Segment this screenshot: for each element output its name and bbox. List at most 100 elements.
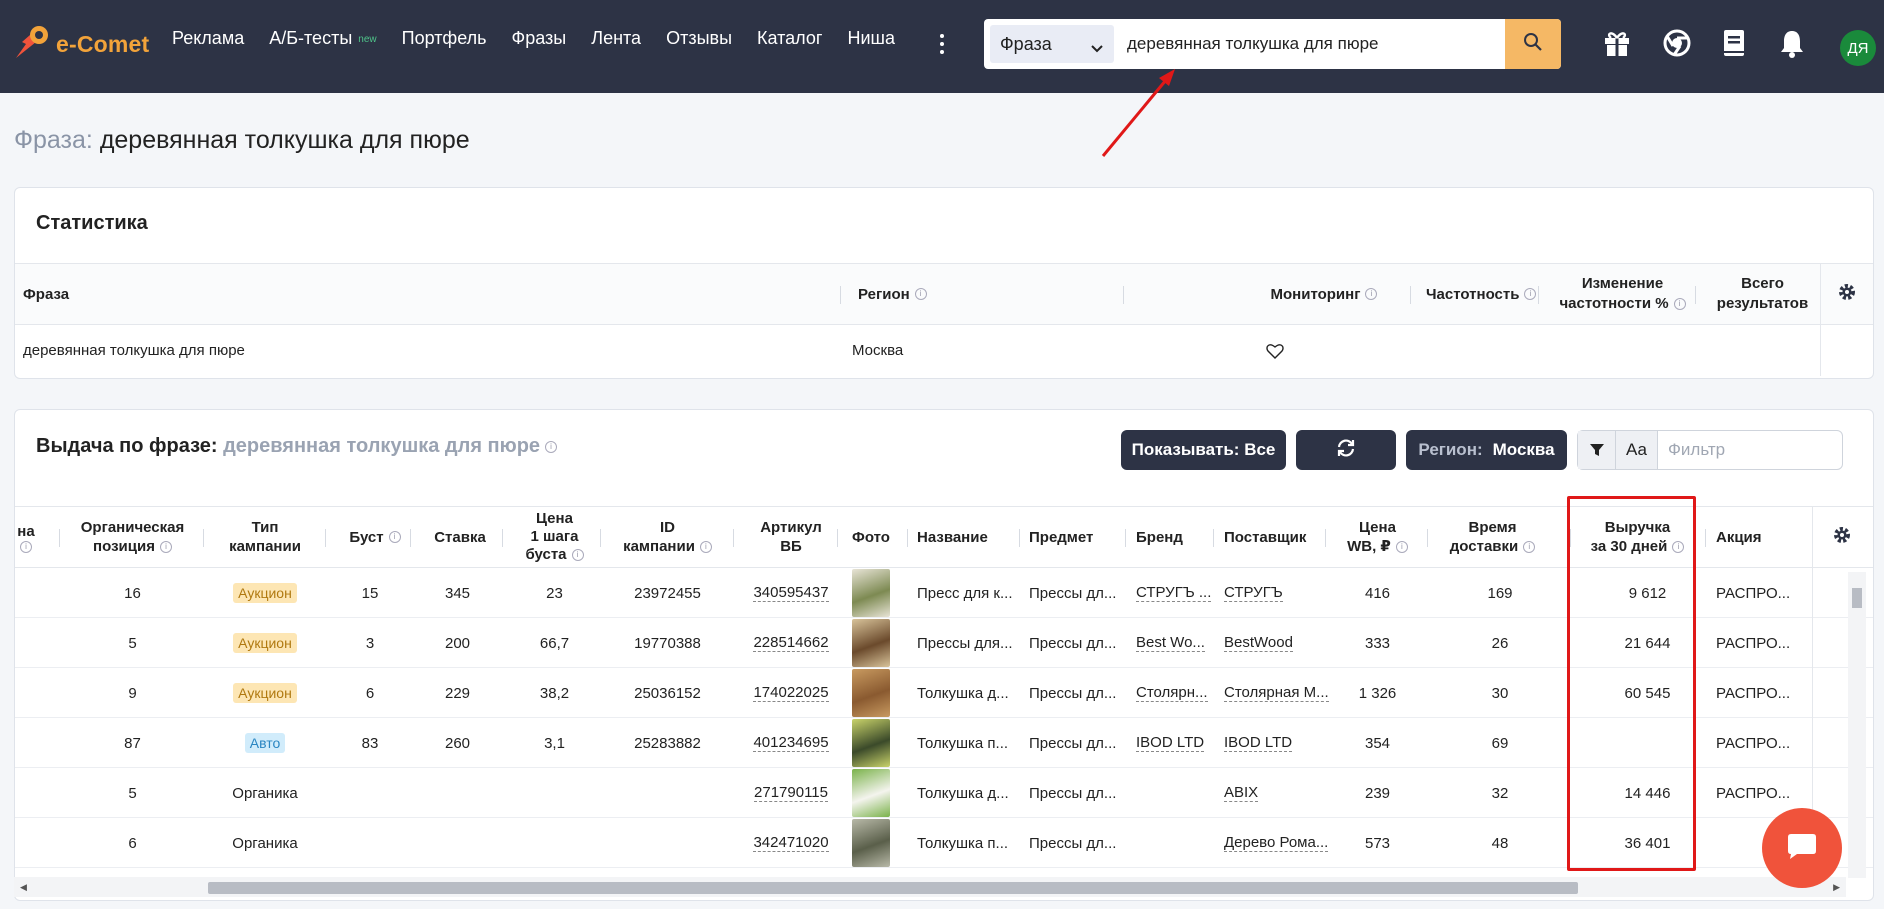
col-monitoring[interactable]: Мониторинг i — [1210, 264, 1430, 324]
col-subject[interactable]: Предмет — [1029, 507, 1124, 567]
product-photo[interactable] — [845, 618, 897, 668]
product-photo[interactable] — [845, 718, 897, 768]
nav-item-catalog[interactable]: Каталог — [757, 28, 822, 49]
wb-article-link[interactable]: 342471020 — [753, 834, 829, 852]
info-icon[interactable]: i — [1365, 288, 1378, 300]
supplier-link[interactable]: ABIX — [1224, 784, 1259, 802]
supplier-link[interactable]: Дерево Рома... — [1224, 834, 1329, 852]
book-icon[interactable] — [1717, 26, 1751, 60]
col-promo[interactable]: Акция — [1716, 507, 1796, 567]
scroll-left-icon[interactable]: ◀ — [20, 882, 27, 893]
col-boost-step-price[interactable]: Цена 1 шага буста i — [507, 507, 602, 567]
nav-item-ab-tests[interactable]: А/Б-тесты new — [269, 28, 376, 49]
region-button[interactable]: Регион: Москва — [1406, 430, 1567, 470]
col-region[interactable]: Регион i — [850, 264, 1130, 324]
wb-article-link[interactable]: 228514662 — [753, 634, 829, 652]
info-icon[interactable]: i — [699, 541, 712, 554]
supplier-cell[interactable]: ABIX — [1224, 768, 1329, 818]
brand-link[interactable]: Столярн... — [1136, 684, 1208, 702]
brand-link[interactable]: СТРУГЪ ... — [1136, 584, 1212, 602]
brand-cell[interactable]: Столярн... — [1136, 668, 1216, 718]
case-toggle-button[interactable]: Аа — [1616, 431, 1658, 469]
chat-button[interactable] — [1762, 808, 1842, 888]
show-all-button[interactable]: Показывать: Все — [1121, 430, 1286, 470]
nav-item-portfolio[interactable]: Портфель — [402, 28, 487, 49]
product-photo[interactable] — [845, 768, 897, 818]
search-input[interactable] — [1127, 25, 1567, 63]
col-wb-price[interactable]: Цена WB, ₽ i — [1330, 507, 1425, 567]
search-type-select[interactable]: Фраза — [990, 25, 1114, 63]
col-delivery-time[interactable]: Время доставки i — [1430, 507, 1555, 567]
info-icon[interactable]: i — [1523, 541, 1536, 554]
supplier-cell[interactable]: Столярная М... — [1224, 668, 1329, 718]
info-icon[interactable]: i — [571, 549, 584, 562]
horizontal-scrollbar[interactable]: ◀ ▶ — [14, 877, 1846, 897]
info-icon[interactable]: i — [388, 531, 401, 543]
col-name[interactable]: Название — [917, 507, 1017, 567]
brand-cell[interactable]: IBOD LTD — [1136, 718, 1216, 768]
col-organic-position[interactable]: Органическая позиция i — [65, 507, 200, 567]
wb-article-cell[interactable]: 340595437 — [737, 568, 845, 618]
scrollbar-thumb[interactable] — [1852, 588, 1862, 608]
nav-item-reviews[interactable]: Отзывы — [666, 28, 732, 49]
refresh-button[interactable] — [1296, 430, 1396, 470]
table-settings-button[interactable] — [1813, 507, 1871, 567]
more-menu-icon[interactable] — [936, 30, 948, 58]
col-brand[interactable]: Бренд — [1136, 507, 1216, 567]
product-photo[interactable] — [845, 568, 897, 618]
avatar[interactable]: ДЯ — [1840, 30, 1876, 66]
info-icon[interactable]: i — [159, 541, 172, 554]
wb-article-cell[interactable]: 174022025 — [737, 668, 845, 718]
col-campaign-type[interactable]: Тип кампании — [210, 507, 320, 567]
supplier-cell[interactable]: IBOD LTD — [1224, 718, 1329, 768]
wb-article-cell[interactable]: 271790115 — [737, 768, 845, 818]
nav-item-niche[interactable]: Ниша — [847, 28, 895, 49]
info-icon[interactable]: i — [1524, 288, 1537, 300]
brand-cell[interactable] — [1136, 818, 1216, 868]
brand-cell[interactable] — [1136, 768, 1216, 818]
nav-item-feed[interactable]: Лента — [591, 28, 641, 49]
supplier-link[interactable]: Столярная М... — [1224, 684, 1329, 702]
info-icon[interactable]: i — [914, 288, 927, 300]
scroll-right-icon[interactable]: ▶ — [1833, 882, 1840, 893]
brand-link[interactable]: Best Wo... — [1136, 634, 1205, 652]
col-boost[interactable]: Буст i — [330, 507, 420, 567]
wb-article-link[interactable]: 401234695 — [753, 734, 829, 752]
supplier-link[interactable]: BestWood — [1224, 634, 1293, 652]
nav-item-ads[interactable]: Реклама — [172, 28, 244, 49]
supplier-cell[interactable]: СТРУГЪ — [1224, 568, 1329, 618]
wb-article-link[interactable]: 340595437 — [753, 584, 829, 602]
col-frequency[interactable]: Частотность i — [1418, 264, 1558, 324]
brand-cell[interactable]: СТРУГЪ ... — [1136, 568, 1216, 618]
filter-icon[interactable] — [1578, 431, 1616, 469]
info-icon[interactable]: i — [545, 440, 558, 453]
wb-article-cell[interactable]: 342471020 — [737, 818, 845, 868]
scrollbar-thumb[interactable] — [208, 882, 1578, 894]
supplier-cell[interactable]: Дерево Рома... — [1224, 818, 1329, 868]
brand-link[interactable]: IBOD LTD — [1136, 734, 1205, 752]
wb-article-link[interactable]: 271790115 — [754, 784, 828, 802]
search-button[interactable] — [1505, 19, 1561, 69]
col-phrase[interactable]: Фраза — [15, 264, 695, 324]
vertical-scrollbar[interactable] — [1848, 572, 1866, 878]
product-photo[interactable] — [845, 668, 897, 718]
col-bid[interactable]: Ставка — [415, 507, 505, 567]
col-wb-article[interactable]: Артикул ВБ — [737, 507, 845, 567]
product-photo[interactable] — [845, 818, 897, 868]
col-cut-off[interactable]: на i — [15, 507, 37, 567]
info-icon[interactable]: i — [20, 540, 32, 553]
filter-input[interactable] — [1668, 439, 1828, 461]
col-total-results[interactable]: Всего результатов — [1705, 264, 1820, 324]
col-campaign-id[interactable]: ID кампании i — [605, 507, 730, 567]
gift-icon[interactable] — [1600, 26, 1634, 60]
col-frequency-change[interactable]: Изменение частотности % i — [1545, 264, 1700, 324]
brand-cell[interactable]: Best Wo... — [1136, 618, 1216, 668]
supplier-cell[interactable]: BestWood — [1224, 618, 1329, 668]
col-supplier[interactable]: Поставщик — [1224, 507, 1334, 567]
chrome-icon[interactable] — [1660, 26, 1694, 60]
wb-article-cell[interactable]: 228514662 — [737, 618, 845, 668]
info-icon[interactable]: i — [1673, 298, 1686, 311]
wb-article-cell[interactable]: 401234695 — [737, 718, 845, 768]
logo[interactable]: e-Comet — [12, 22, 149, 66]
col-photo[interactable]: Фото — [842, 507, 900, 567]
